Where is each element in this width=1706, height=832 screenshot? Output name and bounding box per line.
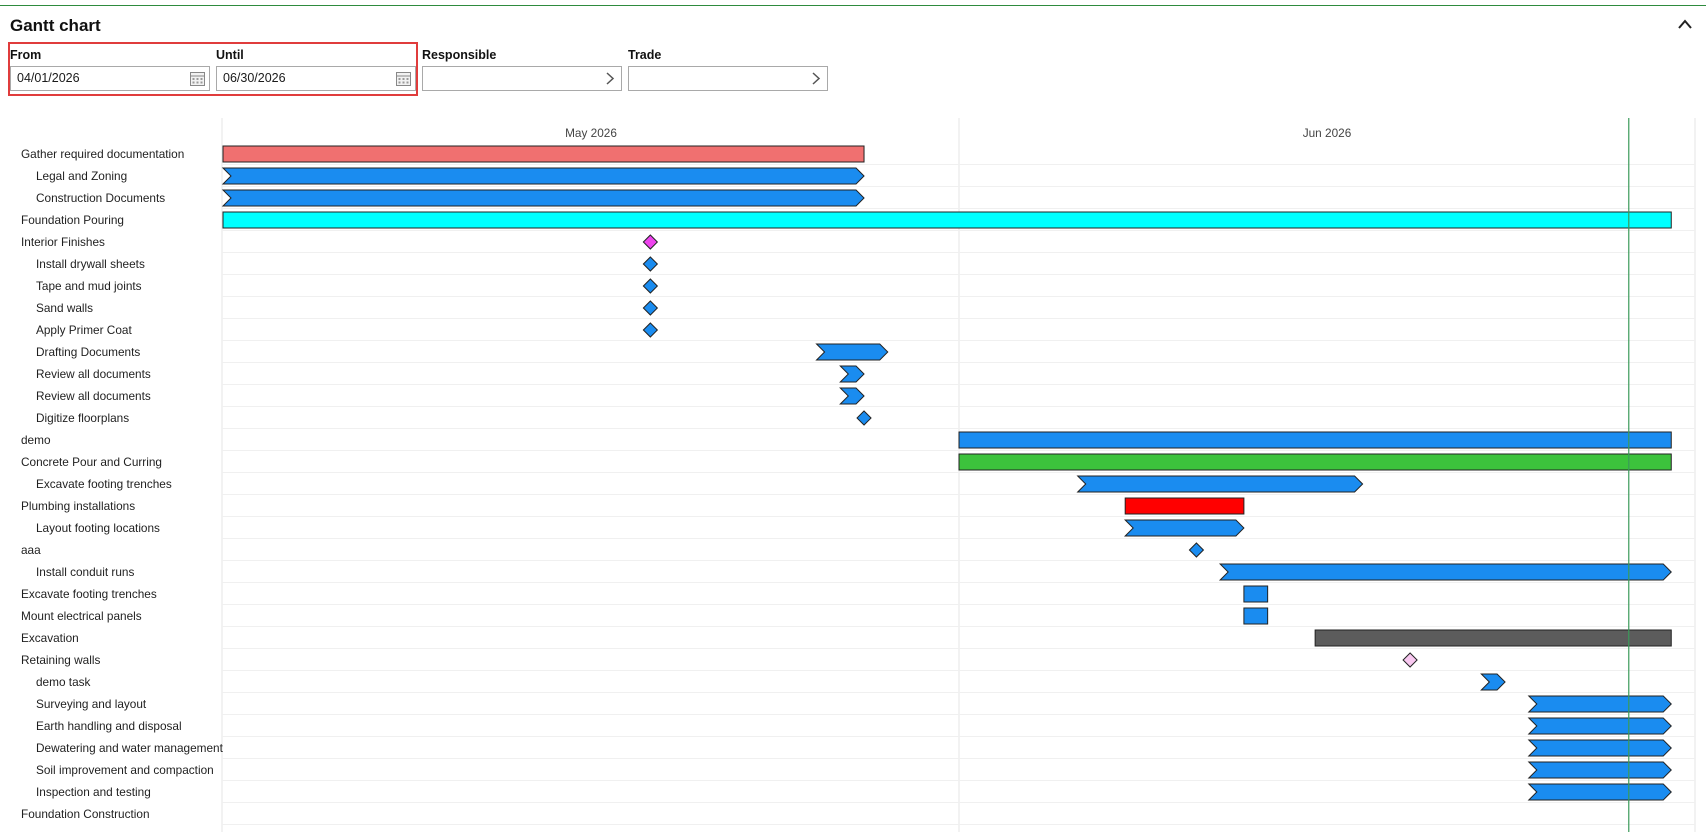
task-label: Layout footing locations: [36, 521, 160, 535]
milestone-diamond: [856, 410, 872, 426]
task-label: demo task: [36, 675, 91, 689]
task-label: Excavate footing trenches: [36, 477, 172, 491]
task-label: Plumbing installations: [21, 499, 135, 513]
task-bar: [221, 167, 865, 185]
task-label: Apply Primer Coat: [36, 323, 132, 337]
task-bar: [222, 145, 865, 163]
task-label: Foundation Pouring: [21, 213, 124, 227]
task-label: Excavation: [21, 631, 79, 645]
task-label: aaa: [21, 543, 41, 557]
task-bar: [839, 365, 865, 383]
task-label: Construction Documents: [36, 191, 165, 205]
task-label: Digitize floorplans: [36, 411, 129, 425]
task-bar: [1527, 695, 1672, 713]
task-label: Concrete Pour and Curring: [21, 455, 162, 469]
task-label: demo: [21, 433, 51, 447]
gantt-chart: May 2026 Jun 2026 Gather required document…: [0, 0, 1706, 832]
task-bar: [839, 387, 865, 405]
task-bar: [1527, 761, 1672, 779]
month-label: May 2026: [565, 126, 617, 140]
task-bar: [1124, 497, 1245, 515]
task-label: Sand walls: [36, 301, 93, 315]
task-label: Review all documents: [36, 367, 151, 381]
milestone-diamond: [642, 322, 659, 338]
task-bar: [1123, 519, 1245, 537]
task-bar: [1527, 783, 1672, 801]
task-label: Earth handling and disposal: [36, 719, 182, 733]
task-label: Install drywall sheets: [36, 257, 145, 271]
task-bar: [1218, 563, 1672, 581]
task-bar: [958, 453, 1672, 471]
task-label: Tape and mud joints: [36, 279, 142, 293]
task-bar: [1527, 717, 1672, 735]
task-bar: [958, 431, 1672, 449]
task-label: Retaining walls: [21, 653, 100, 667]
task-bar: [1076, 475, 1364, 493]
task-label: Drafting Documents: [36, 345, 140, 359]
task-bar: [1243, 607, 1269, 625]
milestone-diamond: [642, 278, 659, 294]
task-label: Soil improvement and compaction: [36, 763, 214, 777]
task-label: Install conduit runs: [36, 565, 134, 579]
task-bar: [1243, 585, 1269, 603]
task-label: Inspection and testing: [36, 785, 151, 799]
gantt-chart-canvas: May 2026 Jun 2026 Gather required document…: [21, 118, 1696, 832]
month-label: Jun 2026: [1303, 126, 1352, 140]
task-label: Mount electrical panels: [21, 609, 142, 623]
task-bar: [1527, 739, 1672, 757]
milestone-diamond: [1188, 542, 1205, 558]
task-label: Foundation Construction: [21, 807, 150, 821]
task-label: Review all documents: [36, 389, 151, 403]
task-label: Dewatering and water management: [36, 741, 224, 755]
task-bar: [221, 189, 865, 207]
milestone-diamond: [1402, 652, 1418, 668]
task-label: Gather required documentation: [21, 147, 184, 161]
task-label: Interior Finishes: [21, 235, 105, 249]
task-bar: [1480, 673, 1506, 691]
milestone-diamond: [642, 300, 659, 316]
task-bar: [815, 343, 889, 361]
task-label: Excavate footing trenches: [21, 587, 157, 601]
task-bar: [222, 211, 1672, 229]
task-bar: [1314, 629, 1672, 647]
milestone-diamond: [642, 256, 659, 272]
milestone-diamond: [642, 234, 659, 250]
task-label: Surveying and layout: [36, 697, 147, 711]
task-label: Legal and Zoning: [36, 169, 127, 183]
